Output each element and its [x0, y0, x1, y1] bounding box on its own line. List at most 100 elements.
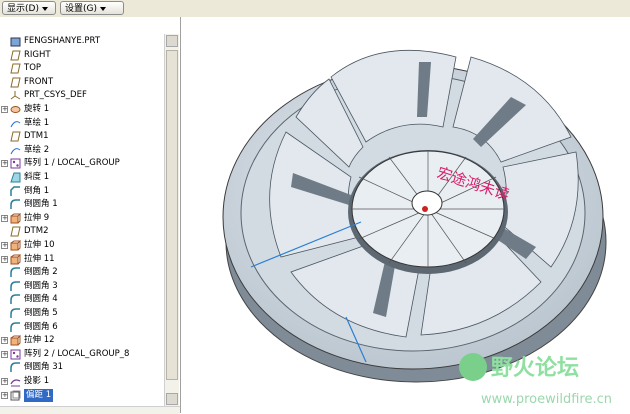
round-icon	[10, 281, 21, 292]
extrude-icon	[10, 240, 22, 251]
tree-item-label: 阵列 2 / LOCAL_GROUP_8	[24, 348, 130, 359]
model-tree-panel: FENGSHANYE.PRT RIGHT TOP FRONT PRT_CSYS_DEF +…	[0, 17, 181, 414]
expand-toggle-icon[interactable]: +	[1, 350, 8, 358]
flame-icon	[459, 353, 487, 381]
scroll-thumb[interactable]	[166, 50, 178, 380]
tree-item[interactable]: 倒圆角 2	[0, 266, 164, 279]
tree-item[interactable]: + 阵列 1 / LOCAL_GROUP	[0, 157, 164, 170]
tree-item-label: RIGHT	[24, 49, 51, 60]
tree-item-label: 投影 1	[24, 376, 50, 386]
tree-item[interactable]: 草绘 2	[0, 144, 164, 157]
expand-toggle-icon[interactable]: +	[1, 391, 8, 399]
sketch-icon	[10, 145, 21, 156]
coordinate-system-icon	[10, 90, 21, 101]
tree-item[interactable]: 倒圆角 5	[0, 307, 164, 320]
chamfer-icon	[10, 185, 21, 197]
tree-item-label: 草绘 2	[24, 144, 50, 155]
tree-item-label: 旋转 1	[24, 104, 50, 114]
tree-item-label: 倒圆角 31	[24, 362, 64, 373]
tree-item[interactable]: 倒圆角 1	[0, 198, 164, 211]
tree-item[interactable]: 草绘 1	[0, 117, 164, 130]
tree-item-label: 拉伸 11	[24, 253, 55, 264]
tree-item[interactable]: 倒圆角 6	[0, 321, 164, 334]
show-menu-button[interactable]: 显示(D)	[2, 1, 56, 15]
chevron-down-icon	[100, 6, 107, 11]
tree-item-label: 草绘 1	[24, 117, 50, 128]
fan-model-render: 宏途鸿未读 野火论坛 www.proewildfire.cn	[222, 49, 612, 407]
expand-toggle-icon[interactable]: +	[1, 255, 8, 263]
expand-toggle-icon[interactable]: +	[1, 378, 8, 385]
tree-item-label: 倒圆角 1	[24, 199, 58, 210]
csys-origin-marker	[422, 206, 428, 212]
3d-viewport[interactable]: 宏途鸿未读 野火论坛 www.proewildfire.cn	[181, 17, 630, 413]
tree-item[interactable]: FENGSHANYE.PRT	[0, 35, 164, 48]
settings-menu-button[interactable]: 设置(G)	[60, 1, 124, 15]
chevron-down-icon	[41, 6, 48, 11]
settings-menu-label: 设置	[65, 4, 84, 14]
tree-item[interactable]: + 偏距 1	[0, 388, 164, 402]
datum-plane-icon	[10, 50, 21, 61]
watermark-url-text: www.proewildfire.cn	[481, 392, 612, 407]
projection-icon	[10, 376, 21, 387]
tree-item[interactable]: + 拉伸 12	[0, 334, 164, 347]
tree-item-label: TOP	[24, 63, 42, 74]
tree-item[interactable]: 倒角 1	[0, 185, 164, 198]
watermark-green-text: 野火论坛	[491, 355, 579, 381]
tree-item-label: 倒圆角 4	[24, 294, 58, 305]
datum-plane-icon	[10, 131, 21, 142]
part-icon	[10, 36, 21, 47]
show-menu-key: (D)	[25, 4, 39, 14]
extrude-icon	[10, 254, 22, 265]
tree-item[interactable]: + 旋转 1	[0, 103, 164, 116]
expand-toggle-icon[interactable]: +	[1, 106, 8, 113]
scroll-down-button[interactable]	[166, 393, 178, 405]
tree-item-label: 拉伸 9	[24, 212, 50, 223]
tree-item[interactable]: 倒圆角 31	[0, 361, 164, 374]
round-icon	[10, 362, 21, 373]
expand-toggle-icon[interactable]: +	[1, 160, 8, 168]
sketch-icon	[10, 118, 21, 129]
round-icon	[10, 321, 21, 333]
pattern-icon	[10, 349, 21, 360]
offset-icon	[10, 390, 21, 401]
round-icon	[10, 267, 21, 278]
tree-item[interactable]: RIGHT	[0, 49, 164, 62]
tree-item-label: 倒角 1	[24, 185, 50, 196]
tree-item[interactable]: + 拉伸 11	[0, 253, 164, 266]
forum-logo: 野火论坛 www.proewildfire.cn	[459, 353, 612, 407]
datum-plane-icon	[10, 77, 21, 88]
tree-item[interactable]: PRT_CSYS_DEF	[0, 89, 164, 102]
tree-item[interactable]: TOP	[0, 62, 164, 75]
tree-item[interactable]: DTM2	[0, 225, 164, 238]
datum-plane-icon	[10, 226, 21, 237]
tree-item-label: 倒圆角 6	[24, 321, 58, 332]
tree-item[interactable]: + 阵列 2 / LOCAL_GROUP_8	[0, 348, 164, 361]
tree-item[interactable]: + 投影 1	[0, 375, 164, 388]
extrude-icon	[10, 335, 22, 346]
extrude-icon	[10, 213, 22, 224]
tree-item-label: 偏距 1	[24, 388, 54, 402]
tree-item-label: PRT_CSYS_DEF	[24, 90, 87, 101]
tree-item[interactable]: + 拉伸 10	[0, 239, 164, 252]
tree-item-label: DTM1	[24, 131, 49, 142]
tree-item[interactable]: 倒圆角 3	[0, 280, 164, 293]
tree-vertical-scrollbar[interactable]	[164, 34, 179, 406]
tree-item[interactable]: + 拉伸 9	[0, 212, 164, 225]
pattern-icon	[10, 158, 21, 169]
expand-toggle-icon[interactable]: +	[1, 214, 8, 222]
expand-toggle-icon[interactable]: +	[1, 242, 8, 249]
datum-plane-icon	[10, 63, 21, 74]
hub-center	[411, 190, 443, 216]
expand-toggle-icon[interactable]: +	[1, 337, 8, 345]
tree-item[interactable]: FRONT	[0, 76, 164, 89]
settings-menu-key: (G)	[83, 4, 98, 14]
draft-icon	[10, 172, 21, 183]
round-icon	[10, 308, 21, 319]
tree-item[interactable]: 斜度 1	[0, 171, 164, 184]
round-icon	[10, 294, 21, 305]
tree-item-label: 斜度 1	[24, 172, 50, 182]
tree-item[interactable]: 倒圆角 4	[0, 293, 164, 306]
scroll-up-button[interactable]	[166, 35, 178, 47]
tree-item-label: FRONT	[24, 76, 54, 87]
tree-item[interactable]: DTM1	[0, 130, 164, 143]
